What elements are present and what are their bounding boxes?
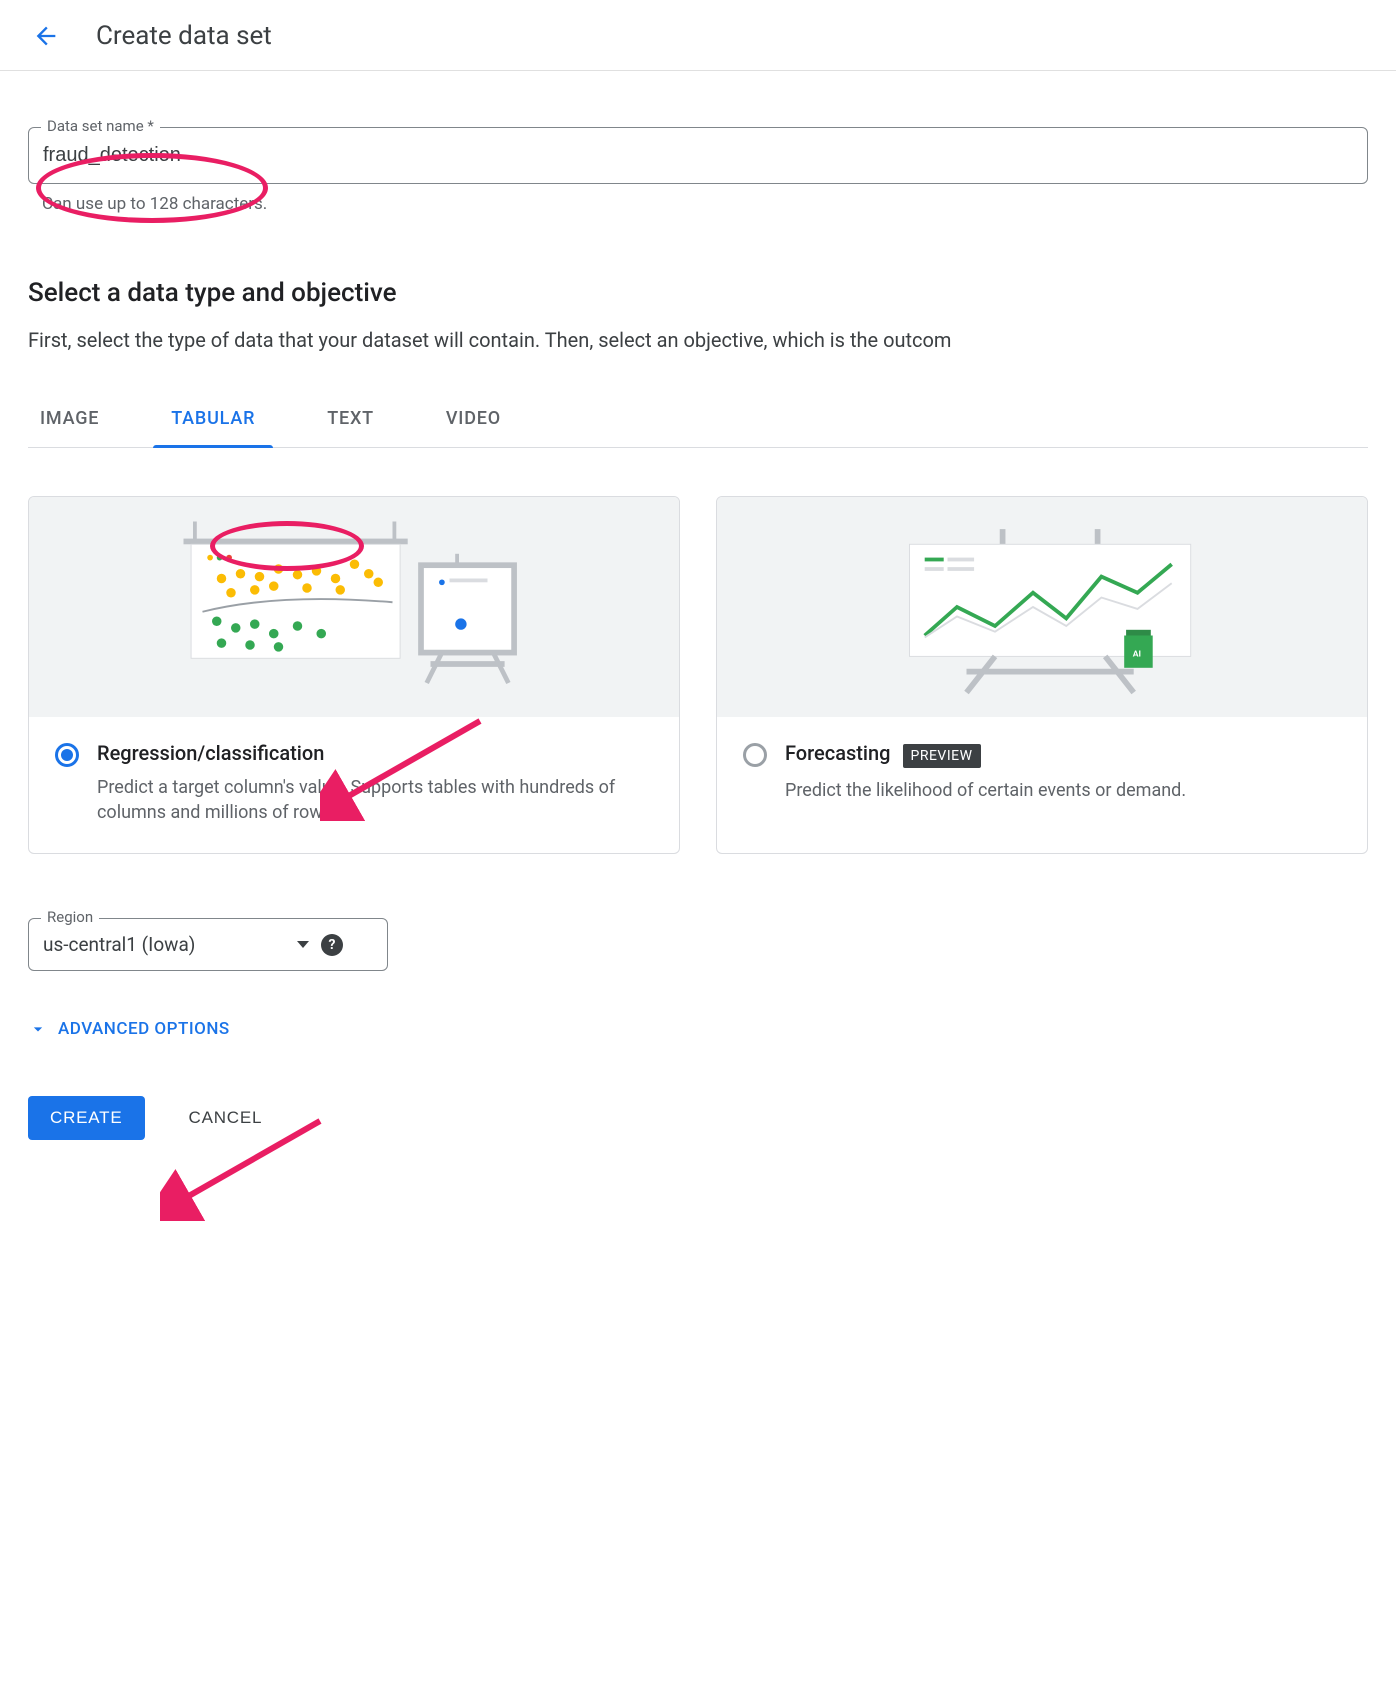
forecasting-card-description: Predict the likelihood of certain events… <box>785 778 1186 803</box>
tab-tabular[interactable]: TABULAR <box>167 394 259 447</box>
region-select[interactable]: Region us-central1 (Iowa) ? <box>28 918 388 971</box>
section-title: Select a data type and objective <box>28 278 1368 308</box>
region-label: Region <box>41 908 99 926</box>
dataset-name-hint: Can use up to 128 characters. <box>28 184 1368 214</box>
cancel-button[interactable]: CANCEL <box>183 1107 269 1129</box>
dropdown-caret-icon <box>297 941 309 948</box>
data-type-tabs: IMAGE TABULAR TEXT VIDEO <box>28 394 1368 448</box>
forecasting-card-title: Forecasting <box>785 741 891 765</box>
forecasting-radio[interactable] <box>743 743 767 767</box>
regression-illustration <box>29 497 679 717</box>
advanced-options-toggle[interactable]: ADVANCED OPTIONS <box>28 1019 230 1039</box>
regression-card-description: Predict a target column's value. Support… <box>97 775 653 825</box>
create-button[interactable]: CREATE <box>28 1096 145 1140</box>
regression-radio[interactable] <box>55 743 79 767</box>
tab-video[interactable]: VIDEO <box>442 394 505 447</box>
forecasting-illustration: AI <box>717 497 1367 717</box>
region-value: us-central1 (Iowa) <box>43 933 285 956</box>
tab-image[interactable]: IMAGE <box>36 394 103 447</box>
svg-text:AI: AI <box>1132 649 1140 659</box>
forecasting-preview-badge: PREVIEW <box>903 744 981 768</box>
card-forecasting[interactable]: AI Forecasting PREVIEW Predict the likel… <box>716 496 1368 854</box>
back-button[interactable] <box>28 18 64 54</box>
regression-card-title: Regression/classification <box>97 741 324 765</box>
advanced-options-label: ADVANCED OPTIONS <box>58 1019 230 1039</box>
arrow-back-icon <box>32 22 60 50</box>
chevron-down-icon <box>28 1019 48 1039</box>
page-title: Create data set <box>96 21 272 51</box>
card-regression-classification[interactable]: Regression/classification Predict a targ… <box>28 496 680 854</box>
section-description: First, select the type of data that your… <box>28 326 1368 354</box>
dataset-name-field[interactable]: Data set name * <box>28 127 1368 184</box>
region-help-icon[interactable]: ? <box>321 934 343 956</box>
tab-text[interactable]: TEXT <box>323 394 378 447</box>
dataset-name-input[interactable] <box>29 128 1367 183</box>
dataset-name-label: Data set name * <box>41 117 160 135</box>
